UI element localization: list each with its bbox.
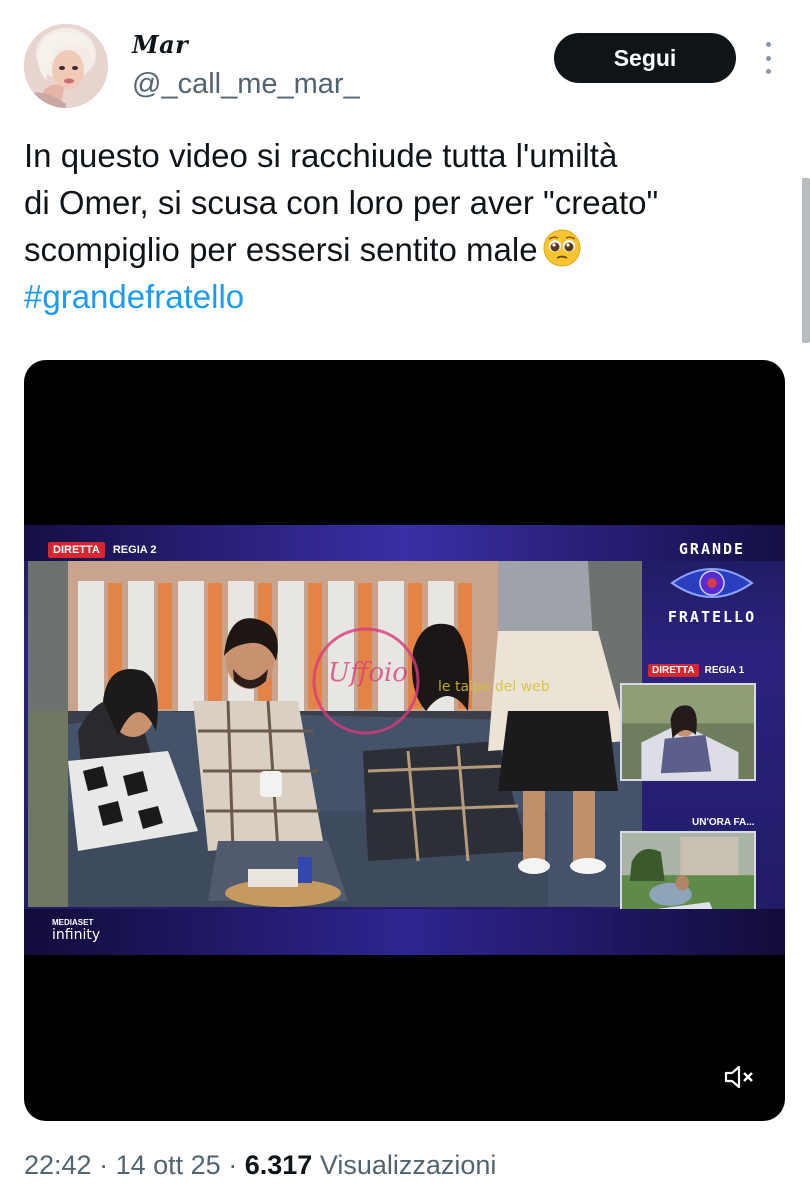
video-frame: DIRETTA REGIA 2 Uffoio le talpe del web … xyxy=(24,525,785,955)
inset-caption: UN'ORA FA... xyxy=(692,817,755,828)
scrollbar[interactable] xyxy=(802,178,810,343)
views-label: Visualizzazioni xyxy=(319,1150,497,1180)
channel-label: REGIA 2 xyxy=(112,544,157,556)
tweet-text: In questo video si racchiude tutta l'umi… xyxy=(24,132,784,320)
broadcaster-logo: MEDIASET infinity xyxy=(52,917,101,943)
tweet-text-line: In questo video si racchiude tutta l'umi… xyxy=(24,137,618,174)
tweet-header: Mar @_call_me_mar_ Segui xyxy=(24,24,784,114)
video-player[interactable]: DIRETTA REGIA 2 Uffoio le talpe del web … xyxy=(24,360,785,1121)
broadcaster-brand: infinity xyxy=(52,927,101,943)
logo-line-2: FRATELLO xyxy=(667,608,757,626)
inset-live-label: DIRETTA REGIA 1 xyxy=(648,664,744,677)
eye-logo-icon xyxy=(670,568,754,598)
more-options-icon[interactable] xyxy=(762,42,774,74)
follow-button[interactable]: Segui xyxy=(554,33,736,83)
tweet-text-line: scompiglio per essersi sentito male xyxy=(24,226,784,273)
volume-muted-icon[interactable] xyxy=(723,1063,755,1091)
display-name[interactable]: Mar xyxy=(132,30,188,59)
tweet-text-line: di Omer, si scusa con loro per aver "cre… xyxy=(24,184,659,221)
show-logo: GRANDE FRATELLO xyxy=(657,539,767,627)
tweet-date[interactable]: 14 ott 25 xyxy=(116,1150,221,1180)
live-badge: DIRETTA REGIA 2 xyxy=(48,542,156,558)
tweet-time[interactable]: 22:42 xyxy=(24,1150,92,1180)
tweet-meta: 22:42 · 14 ott 25 · 6.317 Visualizzazion… xyxy=(24,1150,496,1181)
hashtag-link[interactable]: #grandefratello xyxy=(24,273,784,320)
svg-text:le talpe del web: le talpe del web xyxy=(438,679,550,695)
tweet-text-fragment: scompiglio per essersi sentito male xyxy=(24,231,538,268)
pleading-face-emoji xyxy=(543,229,581,267)
meta-separator: · xyxy=(228,1150,238,1180)
video-scene: Uffoio le talpe del web xyxy=(28,561,642,907)
svg-text:Uffoio: Uffoio xyxy=(328,658,408,688)
avatar[interactable] xyxy=(24,24,108,108)
meta-separator: · xyxy=(99,1150,109,1180)
user-handle[interactable]: @_call_me_mar_ xyxy=(132,68,360,101)
views-count: 6.317 xyxy=(244,1150,313,1180)
inset-live-feed xyxy=(620,683,756,781)
logo-line-1: GRANDE xyxy=(678,540,746,558)
live-label: DIRETTA xyxy=(48,542,105,558)
